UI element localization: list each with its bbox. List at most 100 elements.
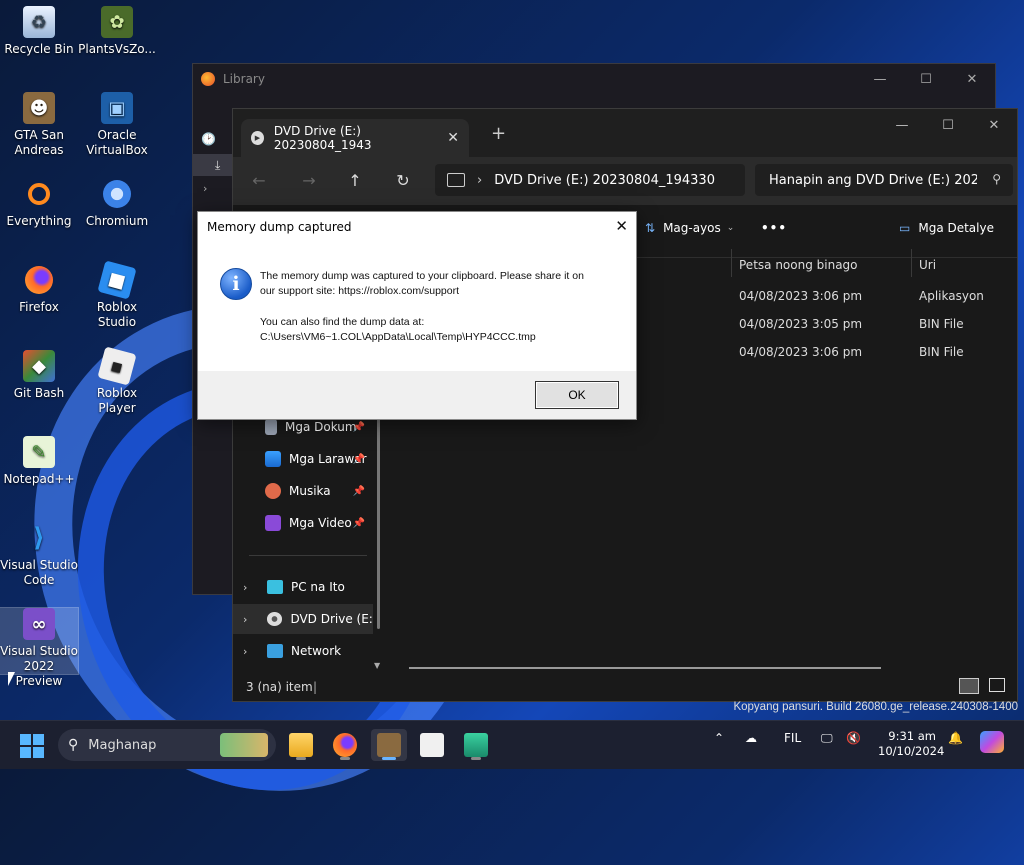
nav-item-label: PC na Ito xyxy=(291,580,345,594)
nav-item-videos[interactable]: Mga Video 📌 xyxy=(233,508,373,538)
tag-icon[interactable]: › xyxy=(203,182,207,195)
chromium-icon xyxy=(101,178,133,210)
row-date[interactable]: 04/08/2023 3:06 pm xyxy=(739,345,862,359)
history-icon[interactable]: 🕑 xyxy=(201,132,216,146)
nav-item-music[interactable]: Musika 📌 xyxy=(233,476,373,506)
back-button[interactable]: ← xyxy=(247,169,271,193)
music-icon xyxy=(265,483,281,499)
nav-item-pictures[interactable]: Mga Larawar 📌 xyxy=(233,444,373,474)
minimize-button[interactable]: — xyxy=(879,109,925,141)
roblox-studio-icon: ■ xyxy=(97,260,137,300)
dialog-titlebar[interactable]: Memory dump captured ✕ xyxy=(198,212,636,242)
row-type[interactable]: BIN File xyxy=(919,345,964,359)
start-button[interactable] xyxy=(20,734,44,758)
row-date[interactable]: 04/08/2023 3:06 pm xyxy=(739,289,862,303)
build-watermark: Kopyang pansuri. Build 26080.ge_release.… xyxy=(733,701,1018,713)
scroll-down-icon[interactable]: ▼ xyxy=(374,661,380,670)
chevron-right-icon[interactable]: › xyxy=(243,581,259,594)
desktop-icon-label: Recycle Bin xyxy=(4,42,74,56)
pin-icon: 📌 xyxy=(352,517,365,529)
desktop-icon-virtualbox[interactable]: ▣ Oracle VirtualBox xyxy=(78,92,156,158)
taskbar-gta[interactable] xyxy=(371,729,407,761)
roblox-player-icon: ▪ xyxy=(97,346,137,386)
details-button[interactable]: ▭ Mga Detalye xyxy=(899,221,994,235)
sort-button[interactable]: ⇅ Mag-ayos ⌄ xyxy=(645,221,734,235)
taskbar-file-explorer[interactable] xyxy=(283,729,319,761)
language-indicator[interactable]: FIL xyxy=(784,731,801,745)
address-bar[interactable]: › DVD Drive (E:) 20230804_194330 xyxy=(435,164,745,196)
horizontal-scrollbar[interactable] xyxy=(409,667,881,669)
clock-time: 9:31 am xyxy=(888,729,936,743)
git-bash-icon: ◆ xyxy=(23,350,55,382)
desktop-icon-roblox-studio[interactable]: ■ Roblox Studio xyxy=(78,260,156,330)
desktop-icon-plants-vs-zombies[interactable]: ✿ PlantsVsZo... xyxy=(78,6,156,57)
notepad-icon xyxy=(464,733,488,757)
desktop-icon-gta[interactable]: ☻ GTA San Andreas xyxy=(0,92,78,158)
taskbar-notepad[interactable] xyxy=(458,729,494,761)
details-view-icon[interactable] xyxy=(959,678,979,694)
desktop-icon-vscode[interactable]: ⟩ Visual Studio Code xyxy=(0,522,78,588)
desktop-icon-recycle-bin[interactable]: ♻ Recycle Bin xyxy=(0,6,78,57)
desktop-icon-label: Oracle VirtualBox xyxy=(86,128,148,157)
pin-icon: 📌 xyxy=(352,485,365,497)
onedrive-icon[interactable]: ☁ xyxy=(745,731,757,745)
desktop-icon-everything[interactable]: Everything xyxy=(0,178,78,229)
network-icon[interactable]: 🖵 xyxy=(821,731,833,746)
nav-item-network[interactable]: › Network xyxy=(233,636,373,666)
memory-dump-dialog[interactable]: Memory dump captured ✕ i The memory dump… xyxy=(197,211,637,420)
nav-item-this-pc[interactable]: › PC na Ito xyxy=(233,572,373,602)
desktop-icon-visual-studio[interactable]: ∞ Visual Studio 2022 Preview xyxy=(0,607,79,688)
forward-button[interactable]: → xyxy=(297,169,321,193)
chevron-right-icon[interactable]: › xyxy=(243,613,259,626)
search-placeholder: Hanapin ang DVD Drive (E:) 2023( xyxy=(769,172,977,188)
taskbar-clock[interactable]: 9:31 am 10/10/2024 xyxy=(878,729,944,759)
copilot-icon[interactable] xyxy=(980,731,1004,753)
volume-icon[interactable]: 🔇 xyxy=(846,731,861,745)
maximize-button[interactable]: ☐ xyxy=(925,109,971,141)
minimize-icon[interactable]: — xyxy=(857,64,903,94)
downloads-item[interactable] xyxy=(193,154,233,176)
desktop-icon-roblox-player[interactable]: ▪ Roblox Player xyxy=(78,346,156,416)
taskbar-roblox-app[interactable] xyxy=(414,729,450,761)
search-highlight-icon xyxy=(220,733,268,757)
up-button[interactable]: ↑ xyxy=(343,169,367,193)
nav-item-label: Musika xyxy=(289,484,331,498)
column-date-modified[interactable]: Petsa noong binago xyxy=(739,251,858,279)
chevron-right-icon[interactable]: › xyxy=(243,645,259,658)
large-icons-view-icon[interactable] xyxy=(989,678,1005,692)
desktop-icon-chromium[interactable]: Chromium xyxy=(78,178,156,229)
row-date[interactable]: 04/08/2023 3:05 pm xyxy=(739,317,862,331)
desktop-icon-label: Visual Studio Code xyxy=(0,558,78,587)
search-icon: ⚲ xyxy=(68,737,79,753)
search-input[interactable]: Hanapin ang DVD Drive (E:) 2023( ⚲ xyxy=(755,164,1013,196)
row-type[interactable]: Aplikasyon xyxy=(919,289,984,303)
column-separator[interactable] xyxy=(911,249,912,277)
more-options-button[interactable]: ••• xyxy=(761,221,787,235)
desktop-icon-notepad-plus-plus[interactable]: ✎ Notepad++ xyxy=(0,436,78,487)
row-type[interactable]: BIN File xyxy=(919,317,964,331)
desktop-icon-git-bash[interactable]: ◆ Git Bash xyxy=(0,350,78,401)
close-icon[interactable]: ✕ xyxy=(949,64,995,94)
column-separator[interactable] xyxy=(731,249,732,277)
new-tab-button[interactable]: + xyxy=(491,123,506,144)
chevron-up-icon[interactable]: ⌃ xyxy=(714,731,724,745)
taskbar-firefox[interactable] xyxy=(327,729,363,761)
vscode-icon: ⟩ xyxy=(33,522,45,553)
close-icon[interactable]: ✕ xyxy=(615,217,628,235)
refresh-button[interactable]: ↻ xyxy=(391,169,415,193)
maximize-icon[interactable]: ☐ xyxy=(903,64,949,94)
column-type[interactable]: Uri xyxy=(919,251,936,279)
taskbar-search[interactable]: ⚲ Maghanap xyxy=(58,729,276,761)
notification-bell-icon[interactable]: 🔔 xyxy=(948,731,963,745)
desktop-icon-firefox[interactable]: Firefox xyxy=(0,264,78,315)
info-icon: i xyxy=(220,268,252,300)
nav-item-dvd-drive[interactable]: › DVD Drive (E:) 2( xyxy=(233,604,373,634)
running-indicator xyxy=(296,757,306,760)
everything-icon xyxy=(23,178,55,210)
tab-close-icon[interactable]: ✕ xyxy=(447,130,459,146)
close-button[interactable]: ✕ xyxy=(971,109,1017,141)
ok-button[interactable]: OK xyxy=(535,381,619,409)
dvd-drive-icon xyxy=(266,612,283,626)
explorer-tab[interactable]: ▶ DVD Drive (E:) 20230804_1943 ✕ xyxy=(241,119,469,157)
nav-item-label: Mga Video xyxy=(289,516,352,530)
